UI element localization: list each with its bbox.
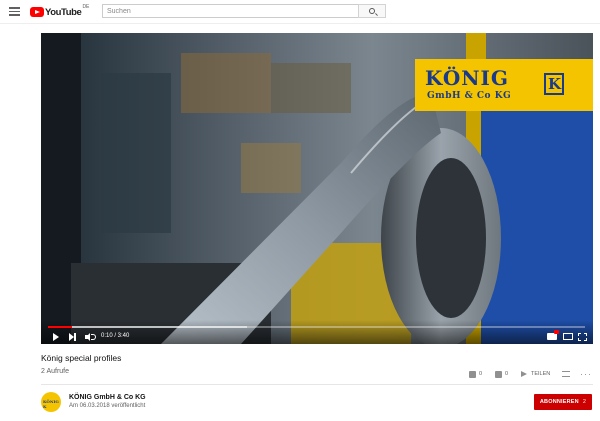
thumbs-up-icon	[469, 370, 476, 378]
theater-icon[interactable]	[563, 333, 573, 340]
like-button[interactable]: 0	[469, 369, 482, 379]
video-title: König special profiles	[41, 353, 122, 363]
share-icon	[521, 371, 527, 377]
subscribe-label: ABONNIEREN	[539, 399, 579, 405]
progress-bar[interactable]	[48, 326, 585, 328]
fullscreen-icon[interactable]	[578, 333, 587, 341]
brand-overlay: KÖNIG GmbH & Co KG K	[415, 59, 593, 111]
captions-icon[interactable]	[547, 330, 559, 340]
avatar[interactable]: KÖNIG K	[41, 392, 61, 412]
playlist-add-icon	[562, 371, 570, 377]
subscribe-button[interactable]: ABONNIEREN 2	[534, 394, 592, 410]
dislike-count: 0	[505, 371, 509, 377]
divider	[41, 384, 593, 385]
progress-loaded	[48, 326, 247, 328]
avatar-text: KÖNIG K	[43, 399, 59, 409]
like-count: 0	[479, 371, 483, 377]
play-icon[interactable]	[53, 333, 59, 341]
more-button[interactable]: ···	[580, 369, 592, 379]
more-icon: ···	[580, 369, 592, 379]
brand-name: KÖNIG	[425, 66, 509, 90]
masthead: YouTube DE	[0, 0, 600, 24]
volume-icon[interactable]	[85, 333, 96, 341]
youtube-logo[interactable]: YouTube DE	[30, 4, 90, 18]
player-controls: 0:10 / 3:40	[41, 320, 593, 344]
time-display: 0:10 / 3:40	[101, 333, 130, 339]
hamburger-icon[interactable]	[9, 7, 20, 16]
channel-name[interactable]: KÖNIG GmbH & Co KG	[69, 394, 146, 401]
search-button[interactable]	[358, 4, 386, 18]
brand-subtitle: GmbH & Co KG	[427, 91, 512, 101]
brand-emblem-letter: K	[548, 75, 562, 93]
share-label: TEILEN	[531, 371, 551, 377]
publish-date: Am 06.03.2018 veröffentlicht	[69, 403, 146, 409]
thumbs-down-icon	[495, 370, 502, 378]
youtube-logo-icon	[30, 7, 44, 17]
brand-emblem-icon: K	[544, 73, 564, 95]
progress-played	[48, 326, 73, 328]
hd-badge	[554, 330, 559, 334]
save-playlist-button[interactable]	[562, 369, 570, 379]
dislike-button[interactable]: 0	[495, 369, 508, 379]
view-count: 2 Aufrufe	[41, 368, 70, 375]
video-player[interactable]: KÖNIG GmbH & Co KG K 0:10 / 3:40	[41, 33, 593, 344]
logo-region: DE	[82, 4, 90, 10]
subscriber-count: 2	[582, 399, 587, 405]
next-icon[interactable]	[69, 333, 77, 341]
search-icon	[369, 8, 375, 14]
share-button[interactable]: TEILEN	[521, 369, 550, 379]
logo-text: YouTube	[45, 6, 82, 18]
search-input[interactable]	[102, 4, 359, 18]
